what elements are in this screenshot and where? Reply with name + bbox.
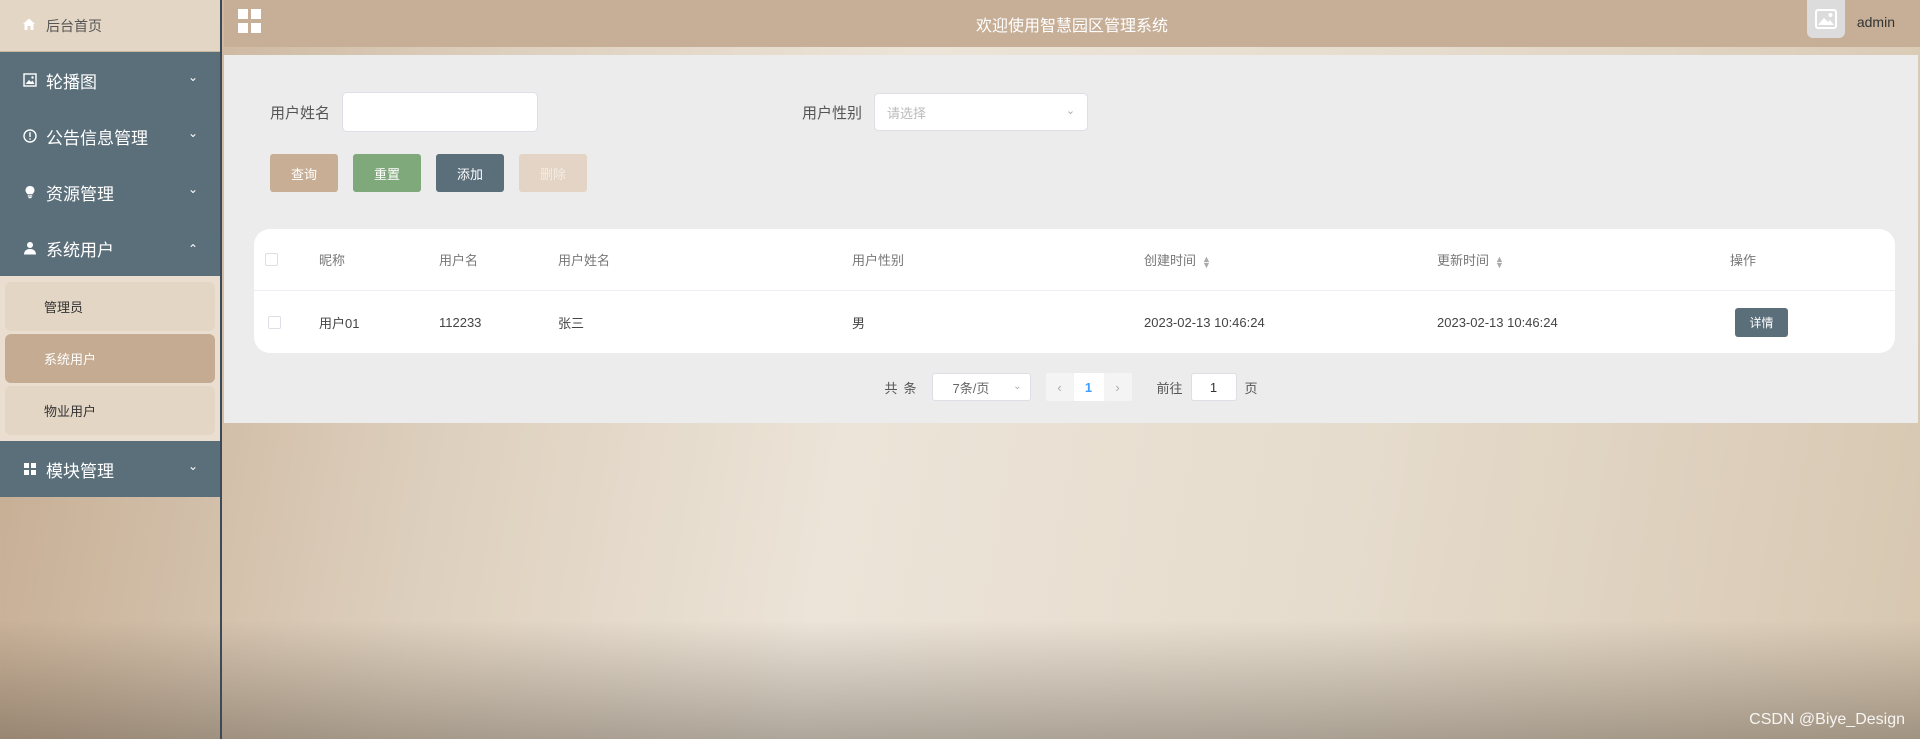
next-page-button[interactable]: › <box>1103 373 1132 401</box>
gender-label: 用户性别 <box>802 104 863 122</box>
chevron-down-icon: ⌄ <box>1065 105 1076 117</box>
goto-suffix: 页 <box>1244 380 1258 396</box>
goto-page-input[interactable]: 1 <box>1190 373 1237 401</box>
chevron-right-icon: › <box>1115 379 1120 395</box>
search-form: 用户姓名 用户性别 请选择 ⌄ <box>270 92 1089 132</box>
sidebar-home-label: 后台首页 <box>46 17 102 34</box>
chevron-down-icon: ⌄ <box>187 182 198 196</box>
sidebar-item-modules[interactable]: 模块管理 ⌄ <box>0 441 220 497</box>
cell-username: 112233 <box>439 314 482 330</box>
sidebar-item-carousel[interactable]: 轮播图 ⌄ <box>0 52 220 108</box>
home-icon <box>22 17 38 34</box>
select-all-checkbox[interactable] <box>265 253 278 266</box>
reset-button[interactable]: 重置 <box>353 154 421 192</box>
total-prefix: 共 <box>884 380 898 396</box>
table-header: 昵称 用户名 用户姓名 用户性别 创建时间 ▲ ▼ 更新时间 ▲ ▼ 操作 <box>254 229 1895 291</box>
chevron-up-icon: ⌃ <box>187 242 198 256</box>
chevron-down-icon: ⌄ <box>1013 381 1022 392</box>
sort-icon[interactable]: ▲ ▼ <box>1202 254 1211 269</box>
total-suffix: 条 <box>903 380 917 396</box>
table-row: 用户01 112233 张三 男 2023-02-13 10:46:24 202… <box>254 291 1895 353</box>
sidebar-home[interactable]: 后台首页 <box>0 0 220 52</box>
page-size-value: 7条/页 <box>952 380 990 396</box>
sidebar-item-label: 公告信息管理 <box>46 128 148 148</box>
cell-gender: 男 <box>852 315 866 331</box>
sidebar-item-notice[interactable]: 公告信息管理 ⌄ <box>0 108 220 164</box>
sidebar-item-label: 模块管理 <box>46 461 114 481</box>
detail-button[interactable]: 详情 <box>1735 307 1788 337</box>
column-header-sortable[interactable]: 创建时间 ▲ ▼ <box>1144 250 1211 269</box>
sidebar: 后台首页 轮播图 ⌄ 公告信息管理 ⌄ 资源管理 ⌄ 系统用户 ⌃ 管理员 系统… <box>0 0 222 739</box>
name-label: 用户姓名 <box>270 104 331 122</box>
chevron-left-icon: ‹ <box>1057 379 1062 395</box>
column-header: 用户姓名 <box>558 253 611 268</box>
chevron-down-icon: ⌄ <box>187 126 198 140</box>
column-header-sortable[interactable]: 更新时间 ▲ ▼ <box>1437 250 1504 269</box>
app-title: 欢迎使用智慧园区管理系统 <box>975 18 1168 35</box>
delete-button[interactable]: 删除 <box>519 154 587 192</box>
top-header: 欢迎使用智慧园区管理系统 admin <box>224 0 1920 47</box>
sidebar-item-resources[interactable]: 资源管理 ⌄ <box>0 164 220 220</box>
grid-icon <box>22 462 38 476</box>
row-checkbox[interactable] <box>268 315 281 329</box>
submenu-item-label: 物业用户 <box>44 404 97 419</box>
column-header-label: 创建时间 <box>1144 253 1197 268</box>
action-buttons: 查询 重置 添加 删除 <box>270 154 602 192</box>
bulb-icon <box>22 185 38 199</box>
submenu-item-label: 管理员 <box>44 300 84 315</box>
content-panel: 用户姓名 用户性别 请选择 ⌄ 查询 重置 添加 删除 昵称 用户名 用户姓名 … <box>224 55 1918 423</box>
search-button[interactable]: 查询 <box>270 154 338 192</box>
name-input[interactable] <box>342 92 539 132</box>
cell-created: 2023-02-13 10:46:24 <box>1144 314 1265 330</box>
background-ghost-text <box>235 716 835 739</box>
column-header: 用户性别 <box>852 253 905 268</box>
watermark: CSDN @Biye_Design <box>1749 711 1905 728</box>
page-number[interactable]: 1 <box>1073 373 1104 401</box>
info-icon <box>22 129 38 143</box>
gender-placeholder: 请选择 <box>887 105 927 121</box>
column-header: 昵称 <box>319 253 346 268</box>
image-icon <box>1815 9 1837 29</box>
page-size-select[interactable]: 7条/页 ⌄ <box>931 373 1031 401</box>
cell-nickname: 用户01 <box>319 315 360 331</box>
sort-icon[interactable]: ▲ ▼ <box>1495 254 1504 269</box>
sidebar-item-label: 轮播图 <box>46 72 97 92</box>
column-header: 操作 <box>1730 253 1757 268</box>
cell-realname: 张三 <box>558 315 585 331</box>
column-header: 用户名 <box>439 253 479 268</box>
submenu-item-admin[interactable]: 管理员 <box>5 282 215 331</box>
goto-label: 前往 <box>1156 380 1183 396</box>
add-button[interactable]: 添加 <box>436 154 504 192</box>
pagination: 共 条 7条/页 ⌄ ‹ 1 › 前往 1 页 <box>224 372 1918 402</box>
submenu-item-system-users[interactable]: 系统用户 <box>5 334 215 383</box>
image-icon <box>22 73 38 87</box>
avatar[interactable] <box>1807 0 1845 38</box>
chevron-down-icon: ⌄ <box>187 459 198 473</box>
column-header-label: 更新时间 <box>1437 253 1490 268</box>
submenu-item-property-users[interactable]: 物业用户 <box>5 386 215 435</box>
username[interactable]: admin <box>1857 14 1895 30</box>
sidebar-item-system-users[interactable]: 系统用户 ⌃ <box>0 220 220 276</box>
submenu-system-users: 管理员 系统用户 物业用户 <box>0 276 220 441</box>
cell-updated: 2023-02-13 10:46:24 <box>1437 314 1558 330</box>
user-icon <box>22 241 38 255</box>
submenu-item-label: 系统用户 <box>44 352 97 367</box>
sidebar-item-label: 系统用户 <box>46 240 114 260</box>
chevron-down-icon: ⌄ <box>187 70 198 84</box>
prev-page-button[interactable]: ‹ <box>1045 373 1074 401</box>
gender-select[interactable]: 请选择 ⌄ <box>874 93 1089 131</box>
users-table: 昵称 用户名 用户姓名 用户性别 创建时间 ▲ ▼ 更新时间 ▲ ▼ 操作 用户01 1… <box>254 229 1895 353</box>
sidebar-item-label: 资源管理 <box>46 184 114 204</box>
